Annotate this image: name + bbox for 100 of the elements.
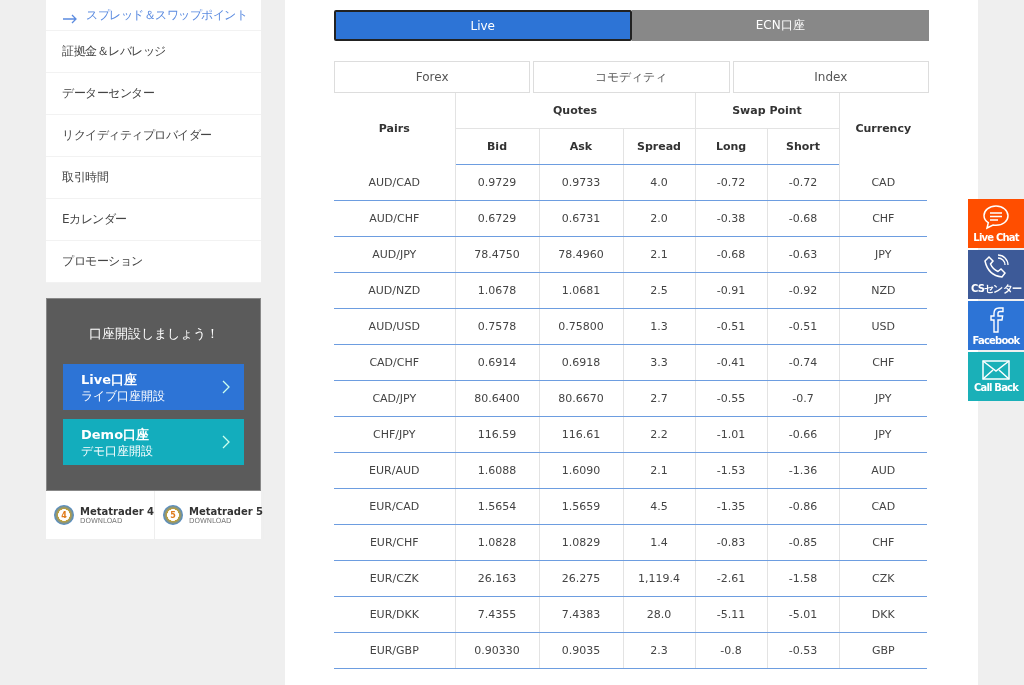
- chevron-icon: [222, 435, 230, 449]
- platform-logo-icon: 5: [163, 505, 184, 525]
- table-cell: -0.7: [767, 380, 840, 417]
- table-cell: -0.72: [767, 164, 840, 201]
- table-cell: -1.58: [767, 560, 840, 597]
- column-header: Currency: [839, 93, 928, 165]
- table-cell: -5.01: [767, 596, 840, 633]
- table-cell: EUR/CHF: [334, 524, 455, 561]
- table-cell: -0.83: [695, 524, 767, 561]
- sidebar-item[interactable]: スプレッド＆スワップポイント: [46, 0, 261, 31]
- table-cell: 116.61: [539, 416, 623, 453]
- table-cell: EUR/DKK: [334, 596, 455, 633]
- table-cell: 1.6088: [455, 452, 539, 489]
- table-cell: EUR/GBP: [334, 632, 455, 669]
- table-cell: 2.7: [623, 380, 695, 417]
- table-cell: -0.63: [767, 236, 840, 273]
- table-cell: 78.4960: [539, 236, 623, 273]
- table-cell: EUR/CAD: [334, 488, 455, 525]
- platform-logo-icon: 4: [54, 505, 74, 525]
- chevron-icon: [222, 380, 230, 394]
- table-cell: CHF: [839, 344, 928, 381]
- table-cell: 1.0681: [539, 272, 623, 309]
- table-cell: 116.59: [455, 416, 539, 453]
- table-cell: 7.4355: [455, 596, 539, 633]
- table-cell: AUD: [839, 452, 928, 489]
- table-cell: -0.85: [767, 524, 840, 561]
- sidebar-item[interactable]: データーセンター: [46, 73, 261, 115]
- category-tab[interactable]: コモディティ: [533, 61, 730, 93]
- contact-button[interactable]: Facebook: [968, 301, 1024, 350]
- table-cell: 1.4: [623, 524, 695, 561]
- table-cell: 80.6400: [455, 380, 539, 417]
- column-header: Ask: [539, 128, 623, 165]
- column-group-header: Quotes: [455, 93, 695, 129]
- category-tab[interactable]: Index: [732, 61, 929, 93]
- table-cell: 0.6914: [455, 344, 539, 381]
- column-header: Spread: [623, 128, 695, 165]
- table-cell: 1.5659: [539, 488, 623, 525]
- chat-bubble-icon: [982, 204, 1010, 230]
- table-cell: 4.0: [623, 164, 695, 201]
- table-cell: -0.86: [767, 488, 840, 525]
- table-cell: 1,119.4: [623, 560, 695, 597]
- contact-button[interactable]: CSセンター: [968, 250, 1024, 299]
- facebook-icon: [987, 305, 1005, 333]
- table-cell: 7.4383: [539, 596, 623, 633]
- table-cell: -2.61: [695, 560, 767, 597]
- table-cell: 1.0678: [455, 272, 539, 309]
- table-cell: 4.5: [623, 488, 695, 525]
- category-tab[interactable]: Forex: [334, 61, 531, 93]
- table-cell: CAD: [839, 488, 928, 525]
- table-cell: -1.36: [767, 452, 840, 489]
- table-cell: USD: [839, 308, 928, 345]
- table-cell: 2.0: [623, 200, 695, 237]
- table-cell: AUD/CHF: [334, 200, 455, 237]
- table-cell: 1.3: [623, 308, 695, 345]
- table-cell: 0.6729: [455, 200, 539, 237]
- button-subtitle: デモ口座開設: [81, 443, 153, 459]
- table-cell: 2.5: [623, 272, 695, 309]
- promo-title: 口座開設しましょう！: [87, 325, 220, 343]
- table-cell: 78.4750: [455, 236, 539, 273]
- table-cell: NZD: [839, 272, 928, 309]
- table-cell: 1.5654: [455, 488, 539, 525]
- table-cell: 0.90330: [455, 632, 539, 669]
- table-cell: -0.51: [767, 308, 840, 345]
- table-cell: -0.38: [695, 200, 767, 237]
- table-cell: AUD/NZD: [334, 272, 455, 309]
- table-cell: 1.0828: [455, 524, 539, 561]
- phone-icon: [983, 253, 1009, 280]
- sidebar-item[interactable]: プロモーション: [46, 241, 261, 283]
- table-cell: 0.75800: [539, 308, 623, 345]
- table-cell: 0.9729: [455, 164, 539, 201]
- table-cell: 2.1: [623, 452, 695, 489]
- table-cell: -0.92: [767, 272, 840, 309]
- table-cell: EUR/CZK: [334, 560, 455, 597]
- table-cell: JPY: [839, 380, 928, 417]
- sidebar-item[interactable]: 証拠金＆レバレッジ: [46, 31, 261, 73]
- sidebar-item[interactable]: リクイディティプロバイダー: [46, 115, 261, 157]
- table-cell: 0.7578: [455, 308, 539, 345]
- table-cell: 2.3: [623, 632, 695, 669]
- sidebar-item[interactable]: 取引時間: [46, 157, 261, 199]
- table-cell: -0.53: [767, 632, 840, 669]
- table-cell: AUD/JPY: [334, 236, 455, 273]
- table-cell: 26.163: [455, 560, 539, 597]
- table-cell: JPY: [839, 236, 928, 273]
- column-header: Long: [695, 128, 767, 165]
- table-cell: -0.74: [767, 344, 840, 381]
- table-cell: -0.55: [695, 380, 767, 417]
- account-tab[interactable]: ECN口座: [631, 10, 929, 41]
- button-title: Demo口座: [81, 425, 151, 444]
- column-group-header: Swap Point: [695, 93, 840, 129]
- sidebar-item[interactable]: Eカレンダー: [46, 199, 261, 241]
- account-tab[interactable]: Live: [334, 10, 632, 41]
- table-cell: AUD/CAD: [334, 164, 455, 201]
- table-cell: -0.51: [695, 308, 767, 345]
- table-cell: 2.1: [623, 236, 695, 273]
- open-account-button[interactable]: Live口座 ライブ口座開設: [63, 364, 244, 410]
- table-cell: CHF/JPY: [334, 416, 455, 453]
- table-cell: -5.11: [695, 596, 767, 633]
- table-cell: -0.68: [767, 200, 840, 237]
- table-cell: CZK: [839, 560, 928, 597]
- table-cell: 80.6670: [539, 380, 623, 417]
